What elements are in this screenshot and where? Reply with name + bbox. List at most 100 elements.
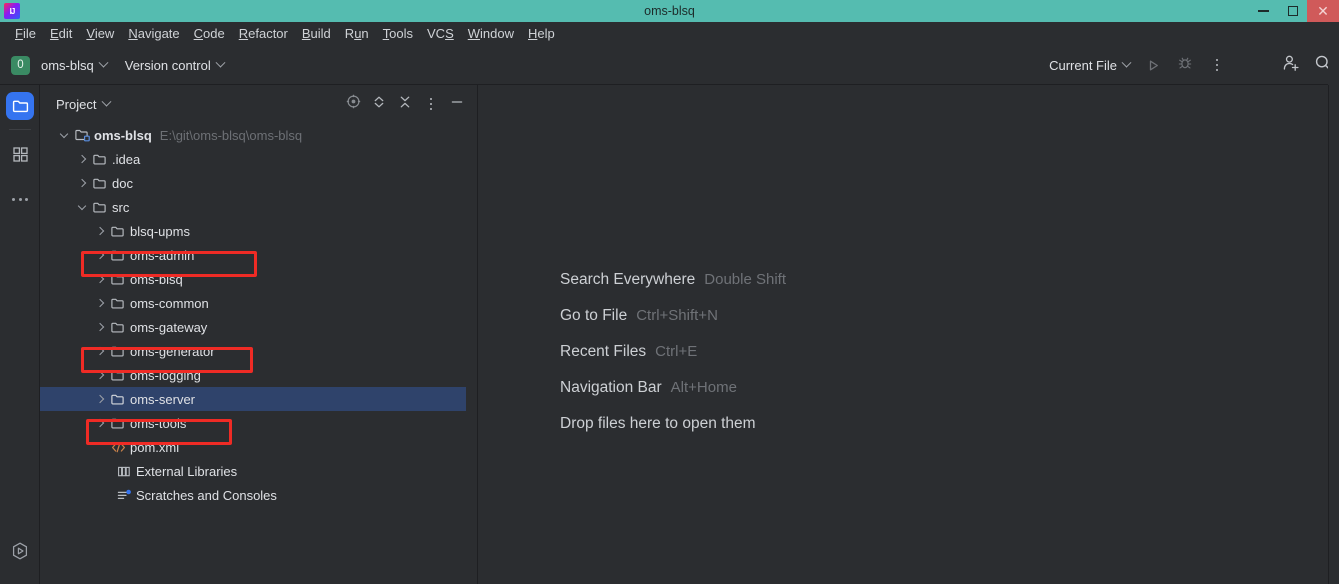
- menu-item-navigate[interactable]: Navigate: [121, 22, 186, 46]
- twisty-toggle[interactable]: [92, 367, 108, 383]
- right-tool-strip: [1328, 85, 1339, 584]
- restore-icon: [1287, 6, 1298, 16]
- tree-row-oms-common[interactable]: oms-common: [40, 291, 478, 315]
- twisty-toggle[interactable]: [56, 127, 72, 143]
- add-user-button[interactable]: [1275, 50, 1307, 80]
- select-opened-file-button[interactable]: [340, 91, 366, 117]
- placeholder-action: Navigation Bar: [560, 379, 662, 396]
- menu-item-run[interactable]: Run: [338, 22, 376, 46]
- twisty-toggle[interactable]: [92, 319, 108, 335]
- editor-placeholder: Search Everywhere Double Shift Go to Fil…: [560, 271, 786, 451]
- editor-area[interactable]: Search Everywhere Double Shift Go to Fil…: [479, 85, 1328, 584]
- restore-button[interactable]: [1278, 0, 1307, 22]
- tree-label: oms-logging: [130, 367, 201, 383]
- placeholder-row-navigation-bar[interactable]: Navigation Bar Alt+Home: [560, 379, 786, 415]
- tree-row-oms-gateway[interactable]: oms-gateway: [40, 315, 478, 339]
- tree-row-src[interactable]: src: [40, 195, 478, 219]
- menu-item-code[interactable]: Code: [187, 22, 232, 46]
- tree-row-external-libraries[interactable]: External Libraries: [40, 459, 478, 483]
- menu-item-window[interactable]: Window: [461, 22, 521, 46]
- version-control-label: Version control: [124, 57, 211, 73]
- folder-icon: [108, 369, 128, 382]
- twisty-toggle[interactable]: [74, 151, 90, 167]
- project-options-button[interactable]: [418, 91, 444, 117]
- placeholder-action: Drop files here to open them: [560, 415, 756, 432]
- run-icon: [1147, 59, 1160, 72]
- placeholder-row-search-everywhere[interactable]: Search Everywhere Double Shift: [560, 271, 786, 307]
- run-configuration-label: Current File: [1049, 57, 1117, 73]
- module-folder-icon: [72, 128, 92, 142]
- debug-button[interactable]: [1169, 50, 1201, 80]
- menu-item-help[interactable]: Help: [521, 22, 562, 46]
- twisty-toggle[interactable]: [92, 343, 108, 359]
- project-panel-actions: [340, 91, 478, 117]
- collapse-all-button[interactable]: [392, 91, 418, 117]
- project-selector[interactable]: oms-blsq: [34, 52, 114, 78]
- hide-panel-button[interactable]: [444, 91, 470, 117]
- more-horizontal-icon: [12, 197, 28, 201]
- twisty-toggle[interactable]: [92, 223, 108, 239]
- twisty-toggle[interactable]: [92, 415, 108, 431]
- placeholder-row-recent-files[interactable]: Recent Files Ctrl+E: [560, 343, 786, 379]
- menu-item-view[interactable]: View: [79, 22, 121, 46]
- placeholder-shortcut: Ctrl+E: [655, 343, 698, 360]
- tree-label: oms-gateway: [130, 319, 208, 335]
- add-user-icon: [1282, 54, 1300, 77]
- twisty-toggle[interactable]: [92, 271, 108, 287]
- minimize-button[interactable]: [1249, 0, 1278, 22]
- version-control-widget[interactable]: Version control: [118, 52, 231, 78]
- folder-icon: [6, 92, 34, 120]
- tree-row-oms-generator[interactable]: oms-generator: [40, 339, 478, 363]
- run-button[interactable]: [1137, 50, 1169, 80]
- menu-item-tools[interactable]: Tools: [376, 22, 420, 46]
- left-activity-bar: [0, 85, 40, 584]
- twisty-toggle[interactable]: [74, 199, 90, 215]
- tree-row-scratches-and-consoles[interactable]: Scratches and Consoles: [40, 483, 478, 507]
- project-badge[interactable]: 0: [11, 55, 30, 75]
- tree-row-oms-admin[interactable]: oms-admin: [40, 243, 478, 267]
- activity-item-services[interactable]: [0, 532, 40, 574]
- debug-icon: [1178, 56, 1192, 75]
- tree-label: External Libraries: [136, 463, 238, 479]
- close-button[interactable]: ✕: [1307, 0, 1339, 22]
- tree-row-blsq-upms[interactable]: blsq-upms: [40, 219, 478, 243]
- tree-label: oms-blsq: [130, 271, 183, 287]
- project-panel-header: Project: [40, 85, 478, 123]
- twisty-toggle[interactable]: [92, 247, 108, 263]
- project-selector-label: oms-blsq: [41, 57, 94, 73]
- activity-item-more[interactable]: [0, 178, 40, 220]
- tree-row-oms-tools[interactable]: oms-tools: [40, 411, 478, 435]
- ide-window: IJ oms-blsq ✕ File Edit View Navigate Co…: [0, 0, 1339, 584]
- tree-row-oms-blsq-root[interactable]: oms-blsq E:\git\oms-blsq\oms-blsq: [40, 123, 478, 147]
- placeholder-shortcut: Ctrl+Shift+N: [636, 307, 718, 324]
- project-tree[interactable]: oms-blsq E:\git\oms-blsq\oms-blsq .idea …: [40, 123, 478, 584]
- tree-row-oms-blsq[interactable]: oms-blsq: [40, 267, 478, 291]
- tree-label: Scratches and Consoles: [136, 487, 277, 503]
- run-configuration-selector[interactable]: Current File: [1042, 52, 1137, 78]
- folder-icon: [108, 393, 128, 406]
- window-title: oms-blsq: [644, 4, 695, 18]
- menu-bar: File Edit View Navigate Code Refactor Bu…: [0, 22, 1339, 46]
- menu-item-build[interactable]: Build: [295, 22, 338, 46]
- menu-item-vcs[interactable]: VCS: [420, 22, 461, 46]
- tree-row-oms-server[interactable]: oms-server: [40, 387, 466, 411]
- grid-icon: [12, 146, 29, 168]
- activity-item-structure[interactable]: [0, 136, 40, 178]
- twisty-toggle[interactable]: [74, 175, 90, 191]
- expand-collapse-button[interactable]: [366, 91, 392, 117]
- tree-row-idea[interactable]: .idea: [40, 147, 478, 171]
- menu-item-refactor[interactable]: Refactor: [232, 22, 295, 46]
- tree-row-pom-xml[interactable]: pom.xml: [40, 435, 478, 459]
- menu-item-file[interactable]: File: [8, 22, 43, 46]
- toolbar-more-button[interactable]: [1201, 50, 1233, 80]
- tree-row-oms-logging[interactable]: oms-logging: [40, 363, 478, 387]
- activity-item-project[interactable]: [0, 85, 40, 127]
- project-panel-title-group[interactable]: Project: [56, 96, 112, 112]
- minimize-icon: [1258, 10, 1269, 12]
- twisty-toggle[interactable]: [92, 391, 108, 407]
- folder-icon: [108, 249, 128, 262]
- tree-row-doc[interactable]: doc: [40, 171, 478, 195]
- twisty-toggle[interactable]: [92, 295, 108, 311]
- placeholder-row-go-to-file[interactable]: Go to File Ctrl+Shift+N: [560, 307, 786, 343]
- menu-item-edit[interactable]: Edit: [43, 22, 79, 46]
